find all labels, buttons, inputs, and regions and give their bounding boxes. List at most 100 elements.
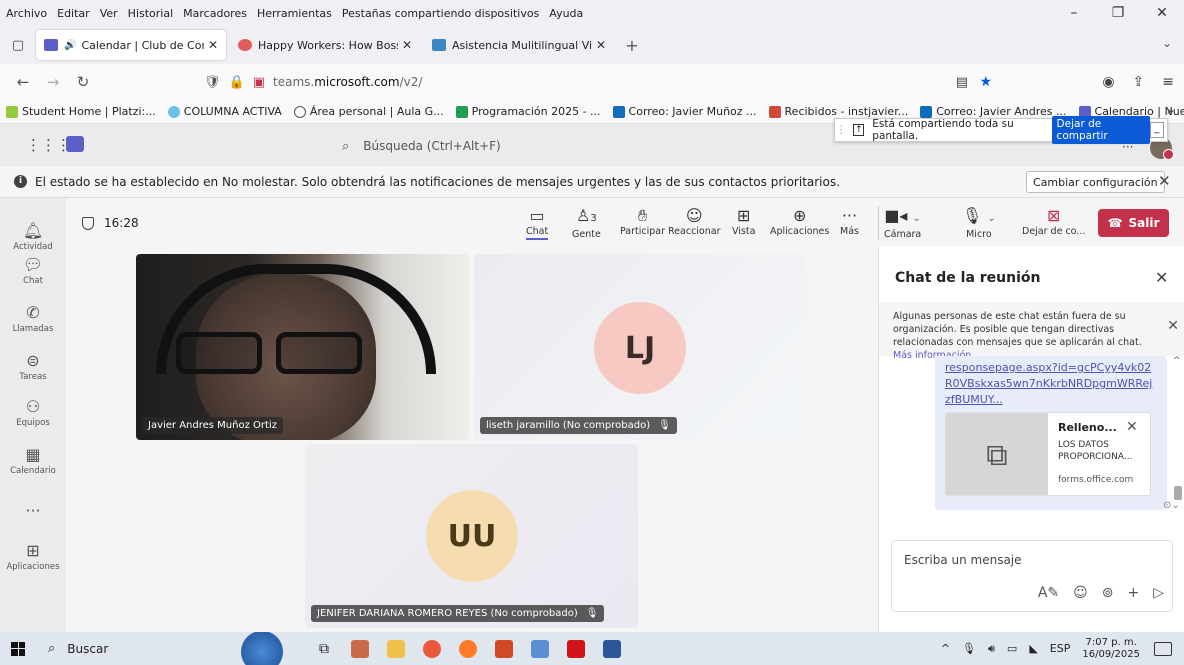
menu-ayuda[interactable]: Ayuda: [549, 7, 583, 20]
toolbar-raise-hand-button[interactable]: ✋︎ Participar: [620, 206, 665, 237]
bookmarks-overflow-icon[interactable]: »: [1167, 104, 1174, 118]
link-preview-card[interactable]: ⧉ Relleno... ✕ LOS DATOS PROPORCIONA... …: [945, 412, 1151, 496]
rail-more[interactable]: ···: [0, 502, 66, 522]
close-tab-icon[interactable]: ✕: [208, 38, 218, 52]
word-icon[interactable]: [594, 632, 630, 665]
language-indicator[interactable]: ESP: [1050, 642, 1071, 655]
toolbar-more-button[interactable]: ··· Más: [840, 206, 859, 237]
emoji-icon[interactable]: ☺: [1073, 585, 1088, 601]
message-compose-box[interactable]: Escriba un mensaje A✎ ☺ ⊚ + ▷: [891, 540, 1173, 612]
tab-calendar[interactable]: 🔊 Calendar | Club de Convers ✕: [36, 30, 226, 60]
attach-plus-icon[interactable]: +: [1127, 585, 1139, 601]
start-button[interactable]: [0, 632, 36, 665]
minimize-window-icon[interactable]: –: [1052, 0, 1096, 26]
tab-asistencia[interactable]: Asistencia Mulitilingual Virtual ( ✕: [424, 30, 614, 60]
wifi-icon[interactable]: ◣: [1029, 642, 1037, 655]
acrobat-icon[interactable]: [558, 632, 594, 665]
back-arrow-icon[interactable]: ←: [10, 69, 36, 95]
rail-item-chat[interactable]: 💬︎ Chat: [0, 256, 66, 287]
taskbar-app-icon[interactable]: [342, 632, 378, 665]
close-warning-icon[interactable]: ✕: [1167, 319, 1179, 333]
shield-icon[interactable]: 🛡: [204, 75, 221, 90]
rail-item-actividad[interactable]: 🔔︎ Actividad: [0, 222, 66, 253]
rail-item-llamadas[interactable]: ✆ Llamadas: [0, 304, 66, 335]
bookmark-correo-javier-andres[interactable]: Correo: Javier Andres ...: [920, 105, 1067, 118]
reader-view-icon[interactable]: ▤: [956, 75, 968, 90]
bookmark-star-icon[interactable]: ★: [979, 74, 992, 90]
rail-item-tareas[interactable]: ⊜ Tareas: [0, 352, 66, 383]
task-view-icon[interactable]: ⧉: [306, 632, 342, 665]
teams-search-input[interactable]: ⌕ Búsqueda (Ctrl+Alt+F): [342, 134, 762, 158]
toolbar-mic-button[interactable]: 🎙︎ ⌄ Micro: [962, 206, 996, 240]
powerpoint-icon[interactable]: [486, 632, 522, 665]
extensions-icon[interactable]: ⇪: [1133, 74, 1145, 90]
participant-tile-jenifer[interactable]: UU JENIFER DARIANA ROMERO REYES (No comp…: [305, 444, 638, 628]
toolbar-apps-button[interactable]: ⊕ Aplicaciones: [770, 206, 829, 237]
menu-pestanas-compartiendo[interactable]: Pestañas compartiendo dispositivos: [342, 7, 539, 20]
menu-archivo[interactable]: Archivo: [6, 7, 47, 20]
notification-center-icon[interactable]: [1154, 641, 1172, 656]
close-tab-icon[interactable]: ✕: [402, 38, 412, 52]
toolbar-chat-button[interactable]: ▭ Chat: [526, 206, 549, 240]
chat-scrollbar[interactable]: ^: [1173, 356, 1183, 516]
change-settings-button[interactable]: Cambiar configuración: [1026, 171, 1165, 193]
tab-happy-workers[interactable]: Happy Workers: How Bosses Ca ✕: [230, 30, 420, 60]
toolbar-react-button[interactable]: ☺ Reaccionar: [668, 206, 721, 237]
leave-meeting-button[interactable]: ☎ Salir: [1098, 209, 1169, 237]
participant-tile-javier[interactable]: Javier Andres Muñoz Ortiz: [136, 254, 469, 440]
battery-icon[interactable]: ▭: [1007, 642, 1017, 655]
search-highlight-icon[interactable]: [226, 632, 298, 665]
participant-tile-liseth[interactable]: LJ liseth jaramillo (No comprobado) 🎙︎: [474, 254, 806, 440]
firefox-icon[interactable]: [450, 632, 486, 665]
account-icon[interactable]: ◉: [1102, 74, 1114, 90]
speaker-icon[interactable]: 🔊: [64, 40, 76, 51]
toolbar-people-button[interactable]: ♙3 Gente: [572, 206, 601, 240]
file-explorer-icon[interactable]: [378, 632, 414, 665]
permissions-icon[interactable]: ▣: [253, 75, 265, 90]
send-icon[interactable]: ▷: [1153, 585, 1164, 601]
forward-arrow-icon[interactable]: →: [40, 69, 66, 95]
loop-icon[interactable]: ⊚: [1102, 585, 1114, 601]
close-notification-icon[interactable]: ✕: [1158, 172, 1171, 190]
volume-icon[interactable]: 🔊︎: [988, 642, 995, 656]
scroll-up-icon[interactable]: ^: [1173, 356, 1181, 366]
bookmark-programacion[interactable]: Programación 2025 - ...: [455, 105, 601, 118]
rail-item-calendario[interactable]: ▦ Calendario: [0, 446, 66, 477]
restore-window-icon[interactable]: ❐: [1096, 0, 1140, 26]
rail-item-equipos[interactable]: ⚇ Equipos: [0, 398, 66, 429]
bookmark-recibidos[interactable]: Recibidos - instjavier...: [768, 105, 908, 118]
toolbar-stop-share-button[interactable]: ⊠ Dejar de co...: [1022, 206, 1085, 237]
bookmark-student-home[interactable]: Student Home | Platzi:...: [6, 105, 156, 118]
mic-icon[interactable]: 🎙︎: [962, 642, 976, 655]
drag-handle-icon[interactable]: ⋮: [835, 124, 847, 136]
new-tab-icon[interactable]: +: [618, 31, 646, 59]
bookmark-correo-javier-munoz[interactable]: Correo: Javier Muñoz ...: [612, 105, 757, 118]
taskbar-clock[interactable]: 7:07 p. m. 16/09/2025: [1082, 637, 1140, 661]
format-icon[interactable]: A✎: [1038, 585, 1059, 601]
lock-icon[interactable]: 🔒: [229, 75, 245, 90]
bookmark-columna-activa[interactable]: COLUMNA ACTIVA: [167, 105, 282, 118]
taskbar-app-icon[interactable]: [522, 632, 558, 665]
taskbar-search[interactable]: ⌕ Buscar: [36, 632, 226, 665]
rail-item-aplicaciones[interactable]: ⊞ Aplicaciones: [0, 542, 66, 573]
menu-herramientas[interactable]: Herramientas: [257, 7, 332, 20]
close-preview-icon[interactable]: ✕: [1126, 419, 1138, 435]
menu-marcadores[interactable]: Marcadores: [183, 7, 247, 20]
bookmark-area-personal[interactable]: Área personal | Aula G...: [293, 105, 444, 118]
close-chat-icon[interactable]: ✕: [1155, 268, 1168, 287]
url-bar[interactable]: 🛡 🔒 ▣ teams. microsoft.com/v2/ ▤ ★: [204, 68, 998, 96]
menu-editar[interactable]: Editar: [57, 7, 90, 20]
tray-chevron-icon[interactable]: ^: [941, 642, 950, 655]
chrome-icon[interactable]: [414, 632, 450, 665]
tab-list-icon[interactable]: ▢: [0, 30, 36, 60]
chevron-down-icon[interactable]: ⌄: [1162, 36, 1172, 50]
minimize-banner-icon[interactable]: _: [1149, 122, 1164, 138]
close-window-icon[interactable]: ✕: [1140, 0, 1184, 26]
menu-ver[interactable]: Ver: [100, 7, 118, 20]
toolbar-view-button[interactable]: ⊞ Vista: [732, 206, 755, 237]
reload-icon[interactable]: ↻: [70, 69, 96, 95]
app-launcher-icon[interactable]: ⋮⋮⋮: [26, 136, 71, 154]
toolbar-camera-button[interactable]: ■◂ ⌄ Cámara: [884, 206, 921, 240]
scroll-thumb[interactable]: [1174, 486, 1182, 500]
hamburger-menu-icon[interactable]: ≡: [1162, 74, 1174, 90]
